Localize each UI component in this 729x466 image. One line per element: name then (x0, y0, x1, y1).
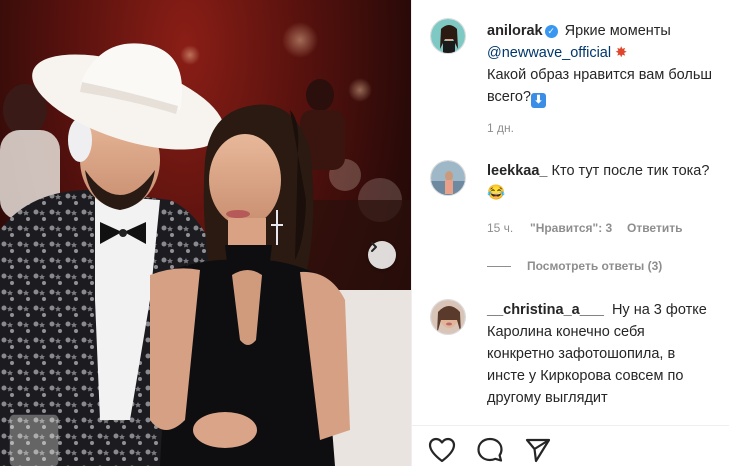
actions-divider (411, 425, 729, 426)
heart-icon[interactable] (428, 437, 458, 465)
author-avatar[interactable] (430, 18, 466, 54)
photo-illustration (0, 22, 411, 466)
post-caption: anilorak ✓ Яркие моменты @newwave_officia… (487, 20, 723, 108)
comment-text-line-3: конкретно зафотошопила, в (487, 346, 676, 362)
collision-emoji: ✸ (615, 45, 628, 61)
comment-time[interactable]: 15 ч. (487, 221, 513, 235)
next-photo-button[interactable] (368, 241, 396, 269)
commenter-avatar[interactable] (430, 299, 466, 335)
caption-mention-link[interactable]: @newwave_official (487, 45, 611, 61)
comment-text-line-2: Каролина конечно себя (487, 324, 645, 340)
comment-text-line-4: инсте у Киркорова совсем по (487, 368, 684, 384)
arrow-down-emoji: ⬇ (530, 93, 546, 108)
share-icon[interactable] (524, 437, 554, 465)
caption-line-2: Какой образ нравится вам больш (487, 67, 713, 83)
verified-badge-icon: ✓ (544, 25, 558, 38)
author-username[interactable]: anilorak (487, 23, 543, 39)
post-photo[interactable] (0, 0, 411, 466)
comment-item: __christina_a___ Ну на 3 фотке Каролина … (487, 299, 723, 409)
comment-username[interactable]: __christina_a___ (487, 302, 604, 318)
divider-line (487, 265, 511, 267)
comment-text: Кто тут после тик тока? (551, 163, 710, 179)
comment-likes[interactable]: "Нравится": 3 (530, 221, 612, 235)
view-replies-label: Посмотреть ответы (3) (527, 259, 663, 273)
chevron-right-icon (371, 242, 377, 252)
caption-line-3: всего? (487, 89, 531, 105)
post-time[interactable]: 1 дн. (487, 121, 514, 135)
comment-item: leekkaa_ Кто тут после тик тока? 😂 (487, 160, 723, 204)
commenter-avatar[interactable] (430, 160, 466, 196)
action-bar (428, 437, 554, 465)
view-replies-button[interactable]: Посмотреть ответы (3) (487, 259, 662, 273)
reply-button[interactable]: Ответить (627, 221, 682, 235)
comment-text-line-5: другому выглядит (487, 390, 608, 406)
comment-text-line-1: Ну на 3 фотке (611, 302, 707, 318)
comment-username[interactable]: leekkaa_ (487, 163, 547, 179)
laughing-emoji: 😂 (487, 185, 506, 201)
caption-text: Яркие моменты (564, 23, 671, 39)
comment-icon[interactable] (476, 437, 506, 465)
